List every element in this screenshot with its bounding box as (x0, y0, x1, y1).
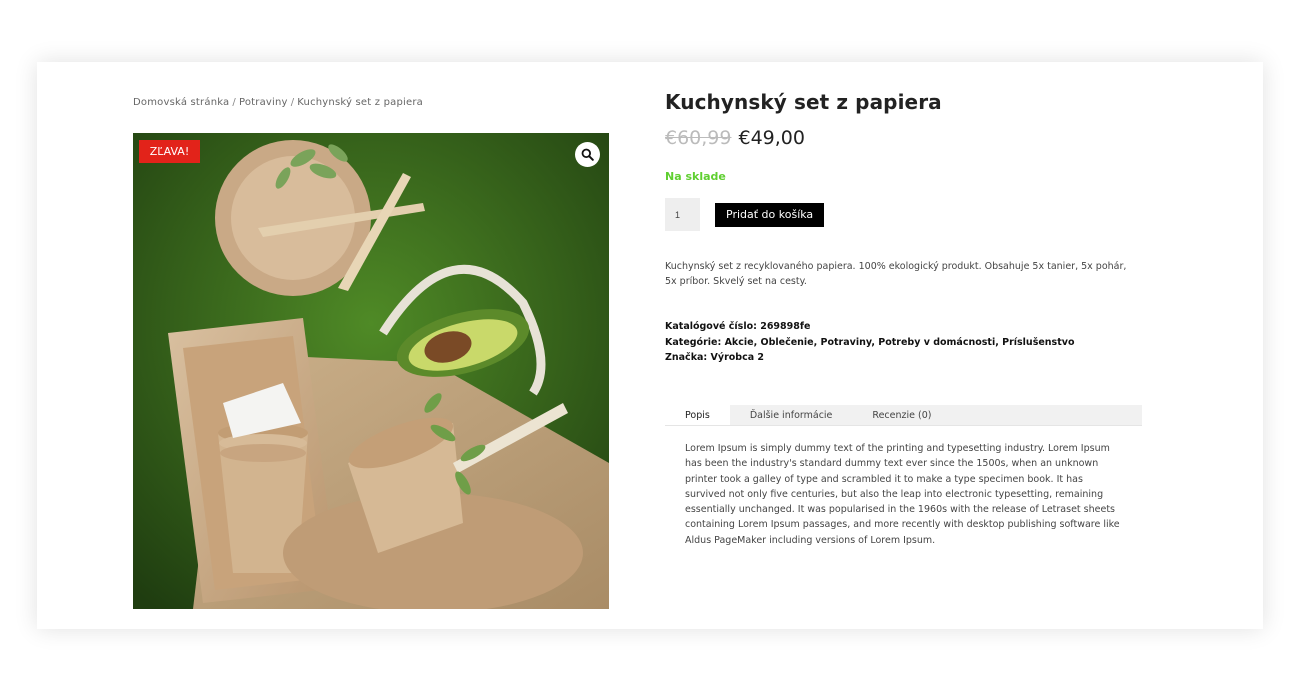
breadcrumb-current: Kuchynský set z papiera (297, 97, 423, 108)
product-image (133, 133, 609, 609)
zoom-button[interactable] (575, 142, 600, 167)
add-to-cart-button[interactable]: Pridať do košíka (715, 202, 825, 227)
product-tabs: Popis Ďalšie informácie Recenzie (0) Lor… (665, 405, 1142, 548)
breadcrumb-home-link[interactable]: Domovská stránka (133, 97, 229, 108)
tab-description[interactable]: Popis (665, 405, 730, 425)
sale-price: €49,00 (738, 127, 805, 149)
stock-status: Na sklade (665, 170, 726, 183)
product-image-gallery[interactable]: ZĽAVA! (133, 133, 609, 609)
tab-panel-description: Lorem Ipsum is simply dummy text of the … (685, 443, 1120, 546)
add-to-cart-form: Pridať do košíka (665, 198, 1145, 231)
short-description: Kuchynský set z recyklovaného papiera. 1… (665, 261, 1127, 287)
brand: Značka: Výrobca 2 (665, 352, 765, 363)
breadcrumb-category-link[interactable]: Potraviny (239, 97, 288, 108)
breadcrumb: Domovská stránka / Potraviny / Kuchynský set… (133, 97, 423, 108)
product-meta: Katalógové číslo: 269898fe Kategórie: Ak… (665, 319, 1145, 366)
tab-additional-info[interactable]: Ďalšie informácie (730, 405, 853, 425)
product-title: Kuchynský set z papiera (665, 90, 942, 114)
tab-list: Popis Ďalšie informácie Recenzie (0) (665, 405, 1142, 426)
sale-badge: ZĽAVA! (139, 140, 200, 163)
product-summary: Kuchynský set z papiera €60,99 €49,00 Na … (665, 90, 1145, 366)
product-price: €60,99 €49,00 (665, 127, 1145, 149)
sku: Katalógové číslo: 269898fe (665, 321, 811, 332)
search-icon (581, 148, 594, 161)
tab-reviews[interactable]: Recenzie (0) (852, 405, 951, 425)
quantity-input[interactable] (665, 198, 700, 231)
old-price: €60,99 (665, 127, 732, 149)
breadcrumb-separator: / (290, 97, 295, 108)
categories: Kategórie: Akcie, Oblečenie, Potraviny, … (665, 336, 1075, 348)
breadcrumb-separator: / (232, 97, 236, 108)
